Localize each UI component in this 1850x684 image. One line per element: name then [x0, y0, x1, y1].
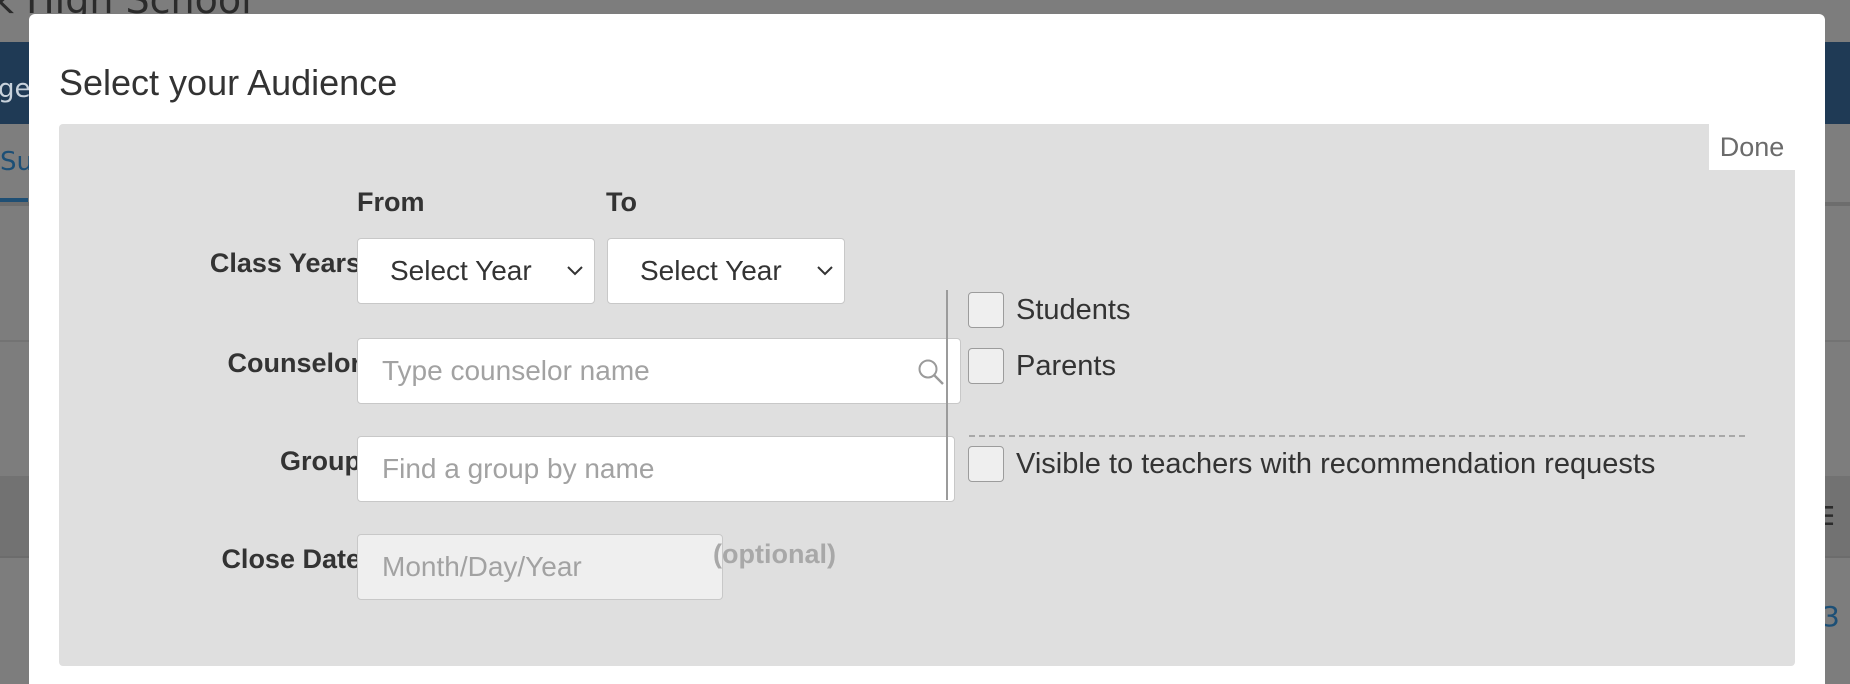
background-nav-item: ge [0, 74, 31, 104]
parents-checkbox-row[interactable]: Parents [968, 348, 1116, 384]
done-button[interactable]: Done [1709, 124, 1795, 170]
class-years-label: Class Years [209, 248, 361, 278]
teachers-visibility-label: Visible to teachers with recommendation … [1016, 447, 1656, 480]
teachers-checkbox-row[interactable]: Visible to teachers with recommendation … [968, 446, 1655, 482]
optional-hint: (optional) [713, 539, 836, 569]
audience-panel: Done From To Class Years Select Year Sel… [59, 124, 1795, 666]
search-icon [918, 359, 944, 385]
group-placeholder: Find a group by name [382, 453, 655, 484]
parents-label: Parents [1016, 349, 1116, 382]
select-audience-modal: Select your Audience Done From To Class … [29, 14, 1825, 684]
vertical-divider [946, 290, 948, 500]
from-year-select[interactable]: Select Year [357, 238, 595, 304]
from-year-value: Select Year [390, 255, 532, 286]
to-year-select[interactable]: Select Year [607, 238, 845, 304]
chevron-down-icon [817, 266, 833, 276]
students-label: Students [1016, 293, 1131, 326]
from-header: From [357, 187, 425, 217]
chevron-down-icon [567, 266, 583, 276]
group-search-input[interactable]: Find a group by name [357, 436, 955, 502]
dashed-divider [969, 435, 1745, 437]
close-date-placeholder: Month/Day/Year [382, 551, 582, 582]
students-checkbox-row[interactable]: Students [968, 292, 1130, 328]
students-checkbox[interactable] [968, 292, 1004, 328]
background-tab-underline [0, 198, 28, 202]
group-label: Group [280, 446, 361, 476]
counselor-placeholder: Type counselor name [382, 355, 650, 386]
teachers-visibility-checkbox[interactable] [968, 446, 1004, 482]
to-year-value: Select Year [640, 255, 782, 286]
modal-title: Select your Audience [59, 62, 398, 103]
counselor-search-input[interactable]: Type counselor name [357, 338, 961, 404]
parents-checkbox[interactable] [968, 348, 1004, 384]
close-date-label: Close Date [221, 544, 361, 574]
to-header: To [606, 187, 637, 217]
close-date-input[interactable]: Month/Day/Year [357, 534, 723, 600]
counselor-label: Counselor [227, 348, 361, 378]
